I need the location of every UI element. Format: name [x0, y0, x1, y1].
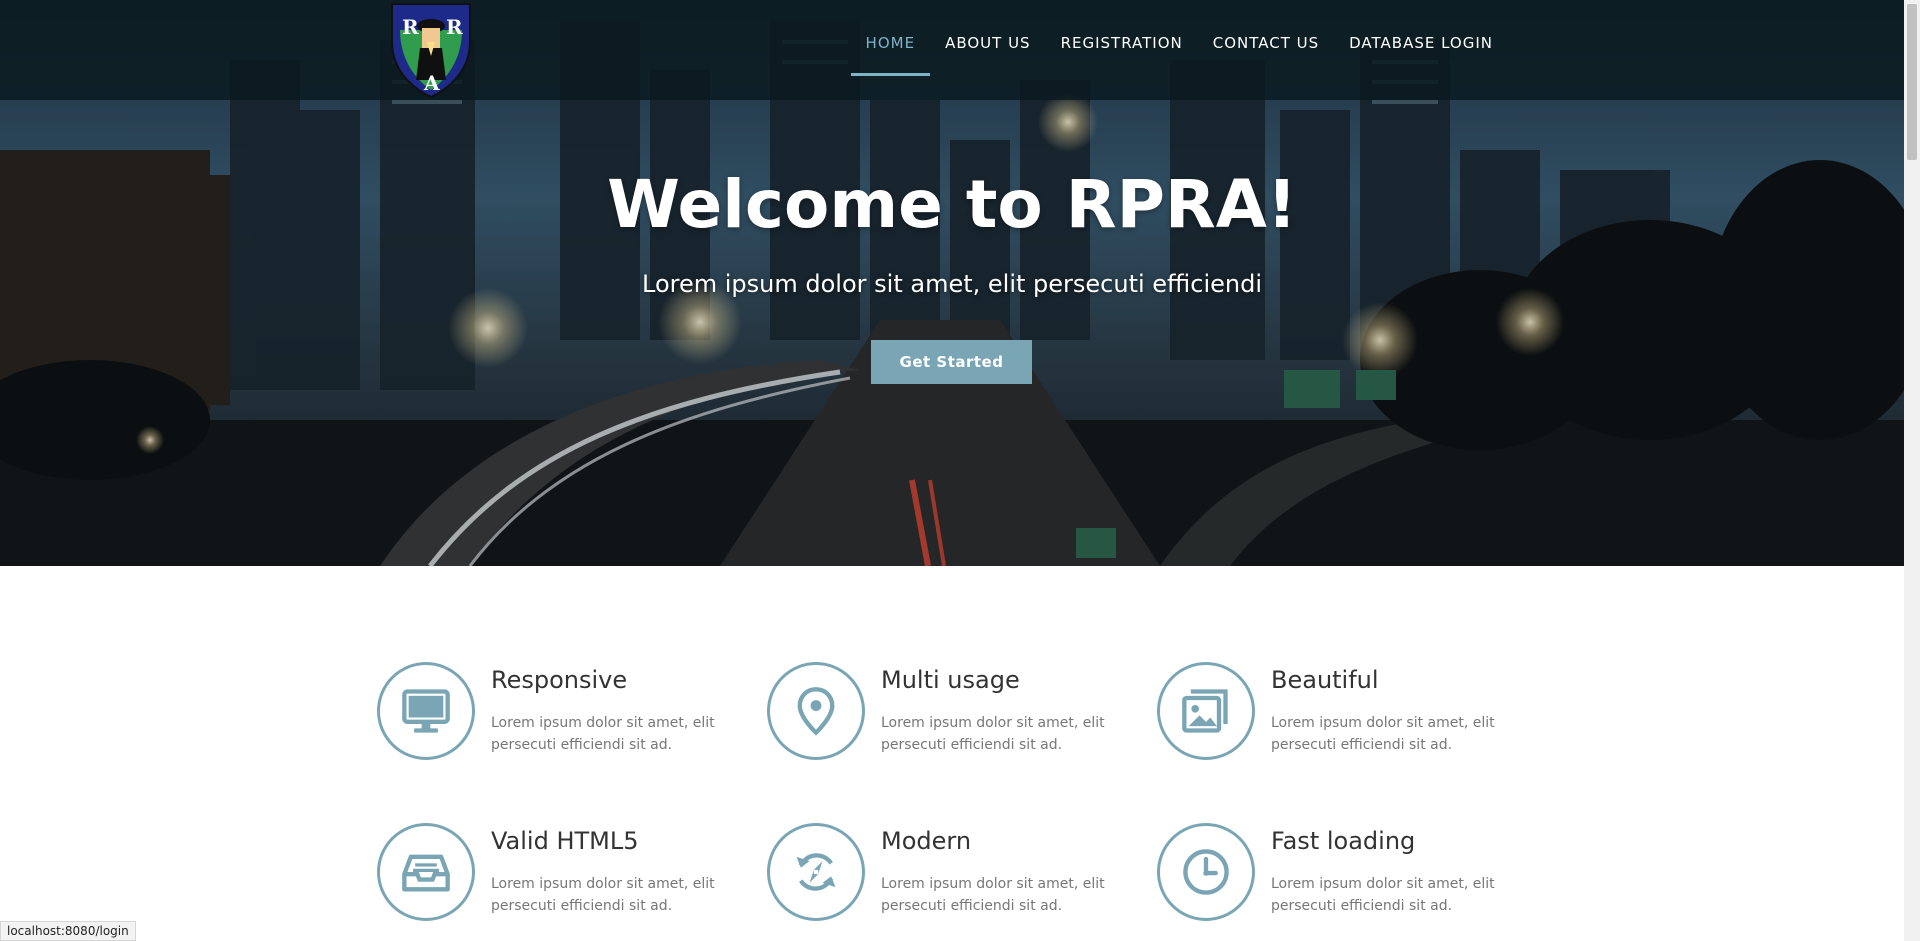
nav-contact-us[interactable]: CONTACT US — [1198, 0, 1334, 76]
feature-modern: Modern Lorem ipsum dolor sit amet, elit … — [767, 823, 1127, 933]
feature-beautiful: Beautiful Lorem ipsum dolor sit amet, el… — [1157, 662, 1517, 772]
nav-about-us[interactable]: ABOUT US — [930, 0, 1046, 76]
hero-title: Welcome to RPRA! — [607, 166, 1297, 243]
feature-multi-usage: Multi usage Lorem ipsum dolor sit amet, … — [767, 662, 1127, 772]
feature-title: Valid HTML5 — [491, 827, 639, 855]
feature-valid-html5: Valid HTML5 Lorem ipsum dolor sit amet, … — [377, 823, 737, 933]
feature-title: Responsive — [491, 666, 628, 694]
top-navbar: R R A HOME ABOUT US REGISTRATION CONTACT… — [0, 0, 1904, 100]
feature-description: Lorem ipsum dolor sit amet, elit persecu… — [1271, 715, 1495, 753]
inbox-tray-icon — [377, 823, 475, 921]
monitor-icon — [377, 662, 475, 760]
logo-letter-r-left: R — [402, 15, 419, 39]
vertical-scrollbar[interactable] — [1904, 0, 1920, 941]
feature-title: Multi usage — [881, 666, 1020, 694]
hero-subtitle: Lorem ipsum dolor sit amet, elit persecu… — [642, 270, 1262, 298]
logo-letter-r-right: R — [446, 15, 463, 39]
feature-title: Fast loading — [1271, 827, 1416, 855]
map-pin-icon — [767, 662, 865, 760]
nav-registration[interactable]: REGISTRATION — [1046, 0, 1198, 76]
feature-description: Lorem ipsum dolor sit amet, elit persecu… — [881, 715, 1105, 753]
feature-title: Modern — [881, 827, 972, 855]
feature-responsive: Responsive Lorem ipsum dolor sit amet, e… — [377, 662, 737, 772]
nav-database-login[interactable]: DATABASE LOGIN — [1334, 0, 1508, 76]
logo-letter-a: A — [423, 71, 440, 95]
refresh-arrows-icon — [767, 823, 865, 921]
link-status-bar: localhost:8080/login — [0, 921, 136, 941]
images-icon — [1157, 662, 1255, 760]
feature-title: Beautiful — [1271, 666, 1379, 694]
feature-fast-loading: Fast loading Lorem ipsum dolor sit amet,… — [1157, 823, 1517, 933]
feature-description: Lorem ipsum dolor sit amet, elit persecu… — [491, 876, 715, 914]
rpra-logo[interactable]: R R A — [386, 0, 476, 100]
get-started-button[interactable]: Get Started — [871, 340, 1032, 384]
scrollbar-thumb[interactable] — [1907, 4, 1917, 160]
feature-description: Lorem ipsum dolor sit amet, elit persecu… — [881, 876, 1105, 914]
feature-description: Lorem ipsum dolor sit amet, elit persecu… — [491, 715, 715, 753]
main-nav: HOME ABOUT US REGISTRATION CONTACT US DA… — [850, 0, 1508, 100]
nav-home[interactable]: HOME — [850, 0, 931, 76]
feature-description: Lorem ipsum dolor sit amet, elit persecu… — [1271, 876, 1495, 914]
clock-icon — [1157, 823, 1255, 921]
